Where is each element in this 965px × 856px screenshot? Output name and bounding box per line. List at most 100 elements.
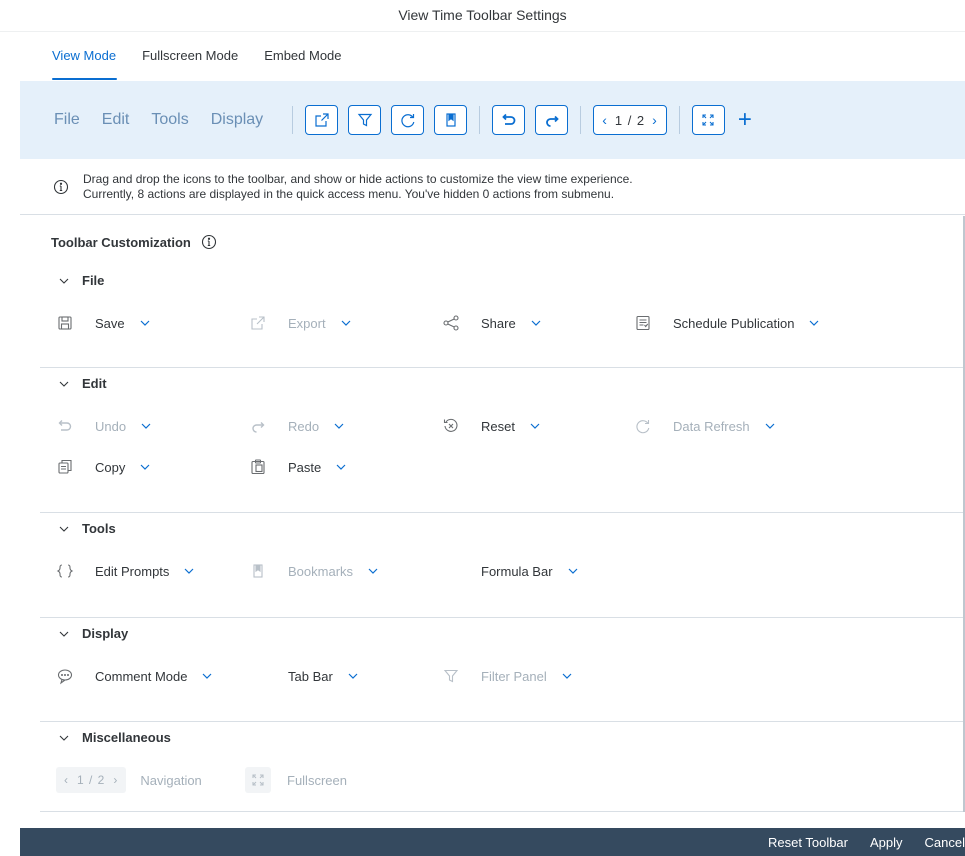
- toolbar-separator: [580, 106, 582, 134]
- dialog-footer: Reset Toolbar Apply Cancel: [20, 828, 965, 856]
- action-schedule-publication[interactable]: Schedule Publication: [606, 314, 820, 332]
- group-header-edit[interactable]: Edit: [58, 376, 107, 391]
- group-miscellaneous: Miscellaneous ‹ 1 / 2 › Navigation Fulls…: [40, 730, 963, 812]
- preview-menu-tools[interactable]: Tools: [151, 111, 188, 129]
- chevron-down-icon[interactable]: [201, 670, 213, 682]
- info-icon[interactable]: [201, 234, 217, 250]
- preview-menu-file[interactable]: File: [54, 111, 80, 129]
- share-icon: [443, 315, 459, 331]
- bookmark-icon: [446, 113, 456, 127]
- toolbar-separator: [678, 106, 680, 134]
- action-bookmarks[interactable]: Bookmarks: [221, 562, 379, 580]
- export-icon: [315, 113, 329, 127]
- add-icon[interactable]: +: [738, 108, 752, 132]
- comment-icon: [57, 669, 73, 685]
- reset-icon: [443, 418, 458, 432]
- preview-export-button[interactable]: [305, 105, 339, 135]
- paste-icon: [251, 459, 265, 475]
- fullscreen-icon: [252, 774, 264, 786]
- info-message: Drag and drop the icons to the toolbar, …: [20, 160, 965, 215]
- chevron-down-icon[interactable]: [183, 565, 195, 577]
- group-title-miscellaneous: Miscellaneous: [82, 730, 171, 745]
- info-icon: [53, 179, 69, 195]
- preview-redo-button[interactable]: [535, 105, 569, 135]
- action-reset[interactable]: Reset: [414, 417, 541, 435]
- refresh-icon: [401, 114, 415, 128]
- toolbar-separator: [292, 106, 294, 134]
- action-undo[interactable]: Undo: [28, 417, 152, 435]
- chevron-down-icon[interactable]: [567, 565, 579, 577]
- action-copy[interactable]: Copy: [28, 458, 151, 476]
- chevron-down-icon: [59, 278, 69, 284]
- preview-fullscreen-button[interactable]: [691, 105, 725, 135]
- tab-view-mode[interactable]: View Mode: [40, 32, 129, 80]
- chevron-down-icon[interactable]: [808, 317, 820, 329]
- fullscreen-icon: [702, 114, 714, 126]
- action-formula-bar[interactable]: Formula Bar: [414, 562, 579, 580]
- pager-value: 1 / 2: [614, 112, 646, 128]
- group-edit: Edit Undo Redo Reset Data Refresh Copy P…: [40, 376, 963, 513]
- group-header-miscellaneous[interactable]: Miscellaneous: [58, 730, 171, 745]
- tab-fullscreen-mode[interactable]: Fullscreen Mode: [129, 32, 251, 80]
- group-title-edit: Edit: [82, 376, 107, 391]
- preview-menu-edit[interactable]: Edit: [102, 111, 130, 129]
- chevron-down-icon: [59, 526, 69, 532]
- preview-filter-button[interactable]: [348, 105, 382, 135]
- toolbar-customization-panel: Toolbar Customization File Save Export S…: [20, 216, 965, 812]
- chevron-down-icon[interactable]: [347, 670, 359, 682]
- chevron-down-icon[interactable]: [764, 420, 776, 432]
- action-edit-prompts[interactable]: Edit Prompts: [28, 562, 195, 580]
- action-comment-mode[interactable]: Comment Mode: [28, 667, 213, 685]
- chevron-down-icon[interactable]: [140, 420, 152, 432]
- dialog-title: View Time Toolbar Settings: [0, 0, 965, 32]
- chevron-left-icon[interactable]: ‹: [602, 112, 608, 128]
- chevron-down-icon[interactable]: [340, 317, 352, 329]
- group-display: Display Comment Mode Tab Bar Filter Pane…: [40, 626, 963, 722]
- action-filter-panel[interactable]: Filter Panel: [414, 667, 573, 685]
- bookmark-icon: [253, 564, 263, 578]
- undo-icon: [58, 420, 72, 431]
- chevron-down-icon[interactable]: [139, 317, 151, 329]
- action-paste[interactable]: Paste: [221, 458, 347, 476]
- chevron-down-icon[interactable]: [561, 670, 573, 682]
- toolbar-separator: [479, 106, 481, 134]
- chevron-down-icon[interactable]: [139, 461, 151, 473]
- preview-pager[interactable]: ‹ 1 / 2 ›: [593, 105, 667, 135]
- group-file: File Save Export Share Schedule Publicat…: [40, 273, 963, 368]
- group-header-tools[interactable]: Tools: [58, 521, 116, 536]
- preview-refresh-button[interactable]: [391, 105, 425, 135]
- tab-bar-icon-placeholder: [249, 667, 267, 685]
- chevron-down-icon[interactable]: [367, 565, 379, 577]
- braces-icon: [56, 564, 74, 578]
- action-redo[interactable]: Redo: [221, 417, 345, 435]
- chevron-down-icon[interactable]: [335, 461, 347, 473]
- cancel-button[interactable]: Cancel: [925, 835, 965, 850]
- preview-bookmark-button[interactable]: [434, 105, 468, 135]
- apply-button[interactable]: Apply: [870, 835, 903, 850]
- action-fullscreen[interactable]: Fullscreen: [221, 767, 347, 793]
- group-header-file[interactable]: File: [58, 273, 104, 288]
- action-export[interactable]: Export: [221, 314, 352, 332]
- group-tools: Tools Edit Prompts Bookmarks Formula Bar: [40, 521, 963, 618]
- tab-embed-mode[interactable]: Embed Mode: [251, 32, 354, 80]
- chevron-down-icon[interactable]: [529, 420, 541, 432]
- action-share[interactable]: Share: [414, 314, 542, 332]
- refresh-icon: [636, 420, 650, 434]
- copy-icon: [58, 459, 72, 474]
- chevron-down-icon[interactable]: [530, 317, 542, 329]
- action-navigation[interactable]: ‹ 1 / 2 › Navigation: [56, 767, 202, 793]
- preview-menu-display[interactable]: Display: [211, 111, 263, 129]
- chevron-down-icon[interactable]: [333, 420, 345, 432]
- filter-icon: [443, 669, 459, 683]
- info-line-1: Drag and drop the icons to the toolbar, …: [83, 172, 633, 186]
- chevron-down-icon: [59, 381, 69, 387]
- chevron-down-icon: [59, 631, 69, 637]
- preview-undo-button[interactable]: [492, 105, 526, 135]
- action-data-refresh[interactable]: Data Refresh: [606, 417, 776, 435]
- undo-icon: [501, 113, 516, 125]
- reset-toolbar-button[interactable]: Reset Toolbar: [768, 835, 848, 850]
- action-tab-bar[interactable]: Tab Bar: [221, 667, 359, 685]
- group-header-display[interactable]: Display: [58, 626, 128, 641]
- action-save[interactable]: Save: [28, 314, 151, 332]
- chevron-right-icon[interactable]: ›: [652, 112, 658, 128]
